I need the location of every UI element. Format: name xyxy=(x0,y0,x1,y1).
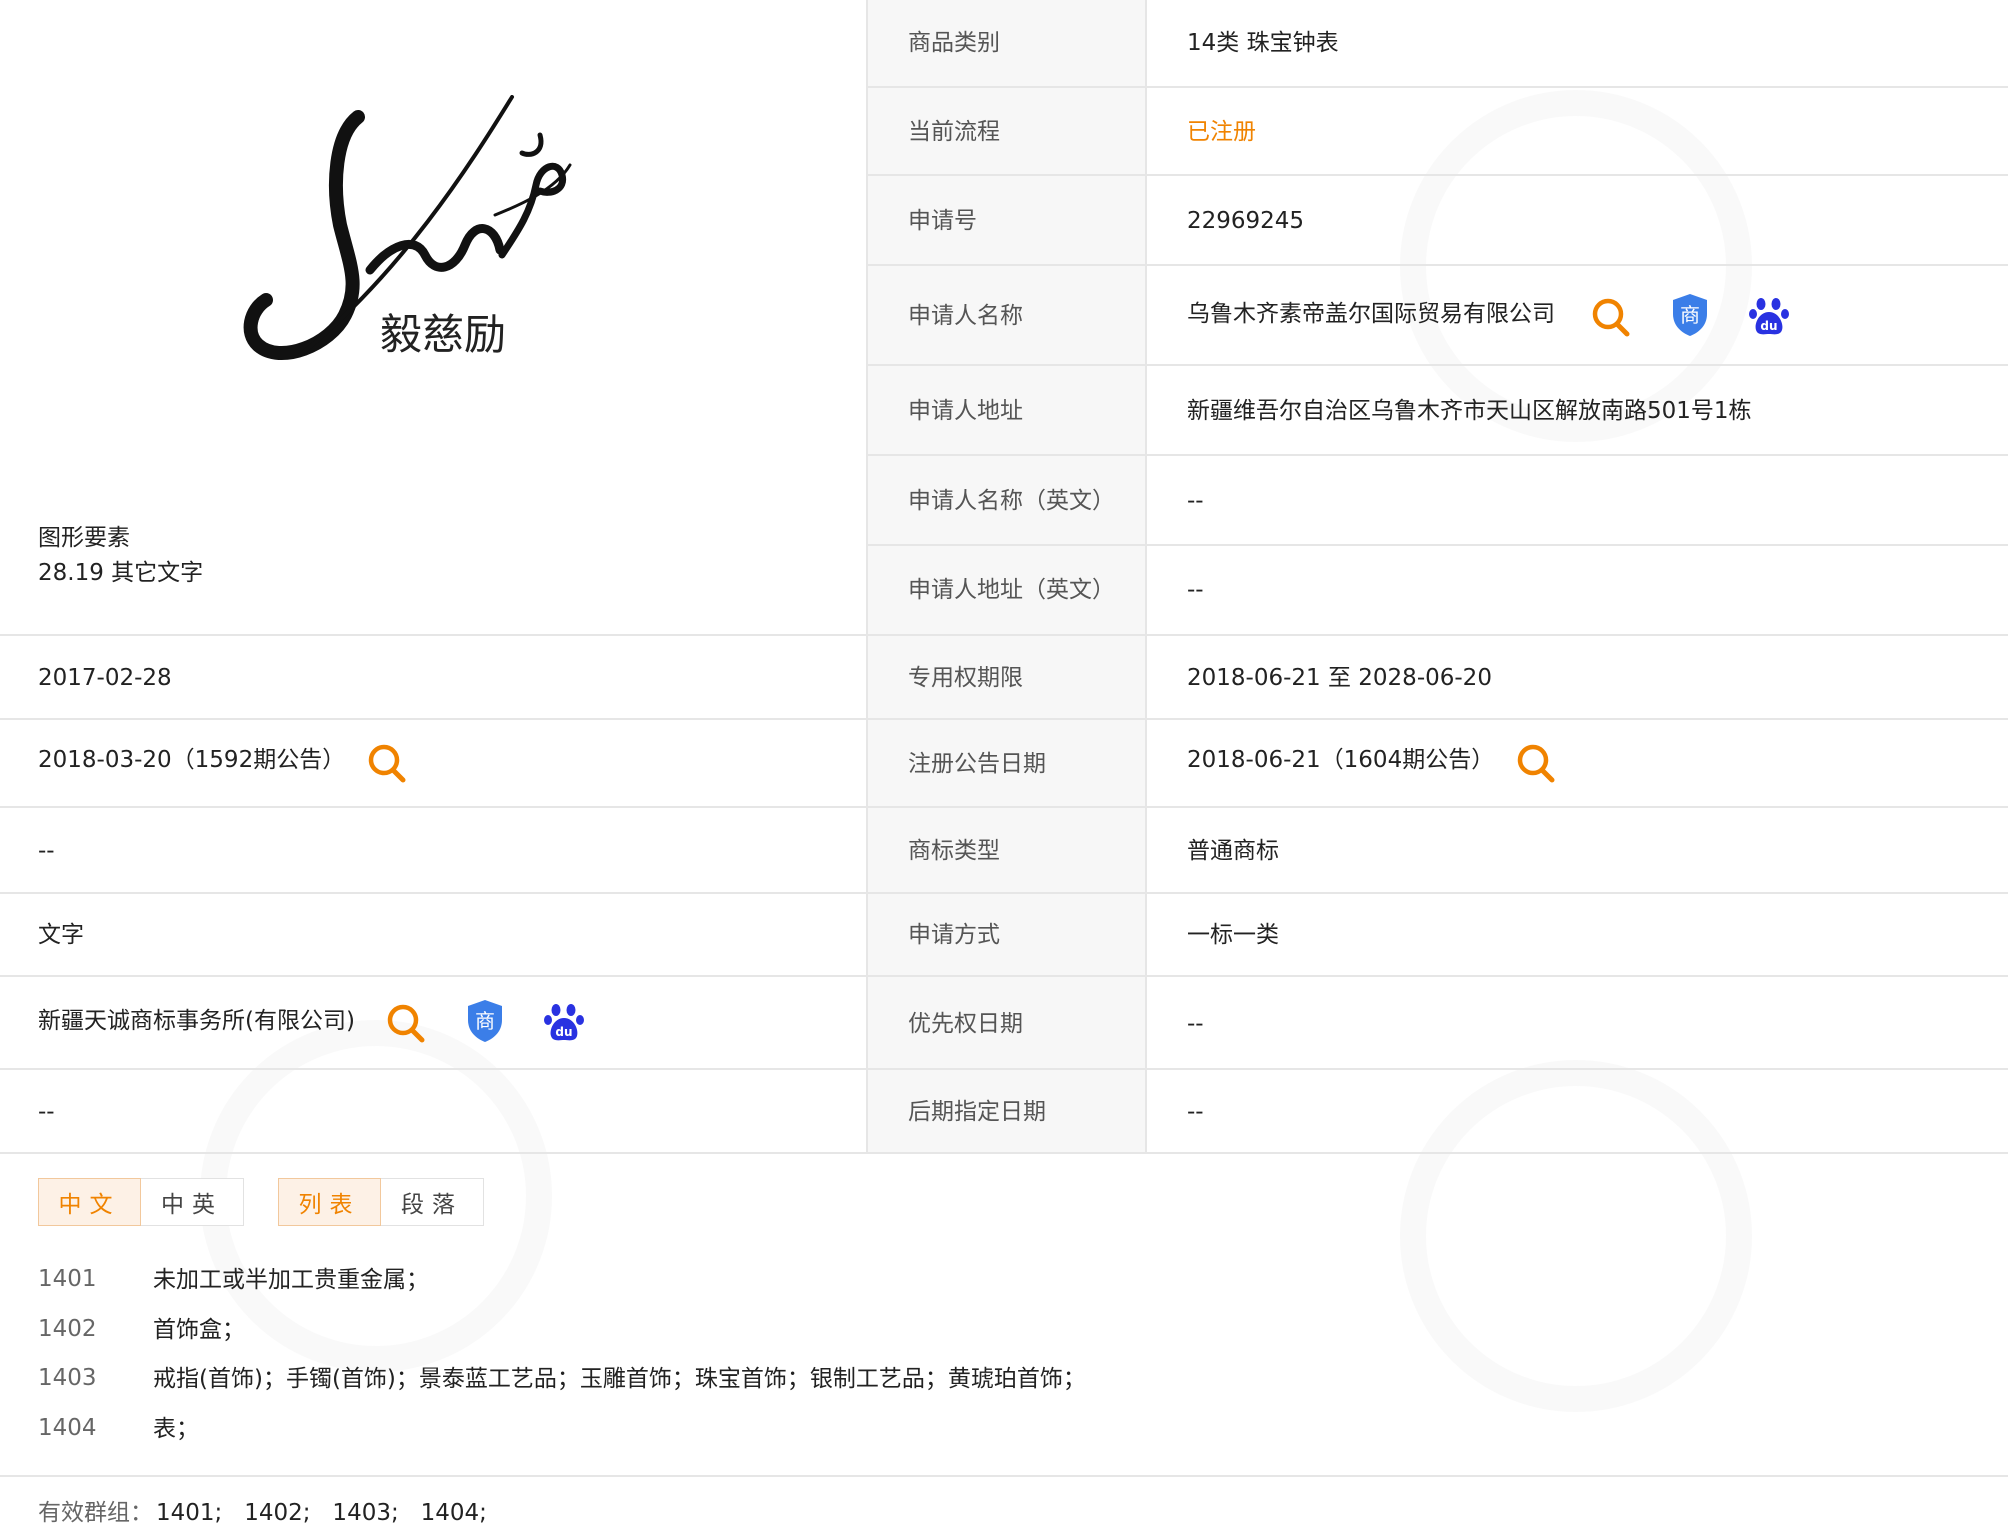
language-tabs: 中文 中英 xyxy=(38,1178,244,1228)
goods-code: 1401 xyxy=(38,1266,97,1292)
divider xyxy=(868,364,2008,366)
divider xyxy=(868,264,2008,266)
divider xyxy=(0,718,2008,720)
divider xyxy=(868,454,2008,456)
value-applicant-name[interactable]: 乌鲁木齐素帝盖尔国际贸易有限公司 xyxy=(1187,298,1555,330)
goods-code: 1404 xyxy=(38,1415,97,1441)
value-mark-form: 文字 xyxy=(38,922,84,948)
goods-text: 未加工或半加工贵重金属； xyxy=(153,1267,429,1293)
value-applicant-name-en: -- xyxy=(1187,488,1204,514)
label-trademark-type: 商标类型 xyxy=(908,838,1000,864)
value-left-empty-2: -- xyxy=(38,1099,55,1125)
divider xyxy=(0,892,2008,894)
search-icon[interactable] xyxy=(1590,296,1632,338)
value-applicant-address-en: -- xyxy=(1187,577,1204,603)
label-later-designation-date: 后期指定日期 xyxy=(908,1099,1046,1125)
view-tabs: 列表 段落 xyxy=(278,1178,484,1228)
label-priority-date: 优先权日期 xyxy=(908,1011,1023,1037)
value-registration-date: 2018-06-21（1604期公告） xyxy=(1187,747,1495,773)
value-agency[interactable]: 新疆天诚商标事务所(有限公司) xyxy=(38,1005,355,1037)
watermark xyxy=(1400,1060,1752,1412)
divider xyxy=(0,1152,2008,1154)
divider xyxy=(1145,0,1147,1152)
divider xyxy=(0,1068,2008,1070)
baidu-paw-icon[interactable]: du xyxy=(1748,294,1792,338)
goods-text: 戒指(首饰)；手镯(首饰)；景泰蓝工艺品；玉雕首饰；珠宝首饰；银制工艺品；黄琥珀… xyxy=(153,1366,1086,1392)
value-goods-class: 14类 珠宝钟表 xyxy=(1187,30,1339,56)
baidu-paw-text: du xyxy=(1760,319,1777,333)
valid-groups-value: 1401; 1402; 1403; 1404; xyxy=(156,1500,487,1526)
tab-chinese[interactable]: 中文 xyxy=(38,1178,141,1226)
divider xyxy=(868,544,2008,546)
trademark-shield-char: 商 xyxy=(475,1009,495,1033)
label-application-method: 申请方式 xyxy=(908,922,1000,948)
graphic-element-value: 28.19 其它文字 xyxy=(38,560,204,586)
search-icon[interactable] xyxy=(366,742,408,784)
value-application-number: 22969245 xyxy=(1187,208,1305,234)
trademark-logo-text: 毅慈励 xyxy=(380,310,507,359)
trademark-shield-icon[interactable]: 商 xyxy=(1670,292,1710,338)
label-registration-date: 注册公告日期 xyxy=(908,751,1046,777)
value-trademark-type: 普通商标 xyxy=(1187,838,1279,864)
value-left-empty-1: -- xyxy=(38,838,55,864)
valid-groups-label: 有效群组： xyxy=(38,1500,153,1526)
graphic-element-title: 图形要素 xyxy=(38,525,130,551)
tab-list[interactable]: 列表 xyxy=(278,1178,381,1226)
divider xyxy=(0,1475,2008,1477)
divider xyxy=(866,0,868,1152)
divider xyxy=(0,806,2008,808)
divider xyxy=(0,975,2008,977)
label-application-number: 申请号 xyxy=(908,208,977,234)
label-current-process: 当前流程 xyxy=(908,119,1000,145)
divider xyxy=(868,86,2008,88)
goods-code: 1403 xyxy=(38,1365,97,1391)
value-later-designation-date: -- xyxy=(1187,1099,1204,1125)
label-applicant-name: 申请人名称 xyxy=(908,303,1023,329)
search-icon[interactable] xyxy=(1515,742,1557,784)
value-application-date: 2017-02-28 xyxy=(38,665,172,691)
baidu-paw-icon[interactable]: du xyxy=(543,1000,587,1044)
label-exclusive-period: 专用权期限 xyxy=(908,665,1023,691)
baidu-paw-text: du xyxy=(555,1025,572,1039)
tab-chinese-english[interactable]: 中英 xyxy=(141,1178,244,1226)
value-applicant-address: 新疆维吾尔自治区乌鲁木齐市天山区解放南路501号1栋 xyxy=(1187,398,1752,424)
value-priority-date: -- xyxy=(1187,1011,1204,1037)
tab-paragraph[interactable]: 段落 xyxy=(381,1178,484,1226)
watermark xyxy=(1400,90,1752,442)
trademark-logo: 毅慈励 xyxy=(240,95,580,405)
divider xyxy=(0,634,2008,636)
goods-code: 1402 xyxy=(38,1316,97,1342)
goods-text: 首饰盒； xyxy=(153,1317,245,1343)
trademark-shield-icon[interactable]: 商 xyxy=(465,998,505,1044)
label-goods-class: 商品类别 xyxy=(908,30,1000,56)
search-icon[interactable] xyxy=(385,1002,427,1044)
status-badge: 已注册 xyxy=(1187,119,1256,145)
label-applicant-address: 申请人地址 xyxy=(908,398,1023,424)
goods-text: 表； xyxy=(153,1416,199,1442)
label-applicant-address-en: 申请人地址（英文） xyxy=(908,577,1115,603)
value-application-method: 一标一类 xyxy=(1187,922,1279,948)
value-exclusive-period: 2018-06-21 至 2028-06-20 xyxy=(1187,665,1492,691)
divider xyxy=(868,174,2008,176)
trademark-shield-char: 商 xyxy=(1680,303,1700,327)
value-preliminary-announcement: 2018-03-20（1592期公告） xyxy=(38,747,346,773)
label-applicant-name-en: 申请人名称（英文） xyxy=(908,488,1115,514)
